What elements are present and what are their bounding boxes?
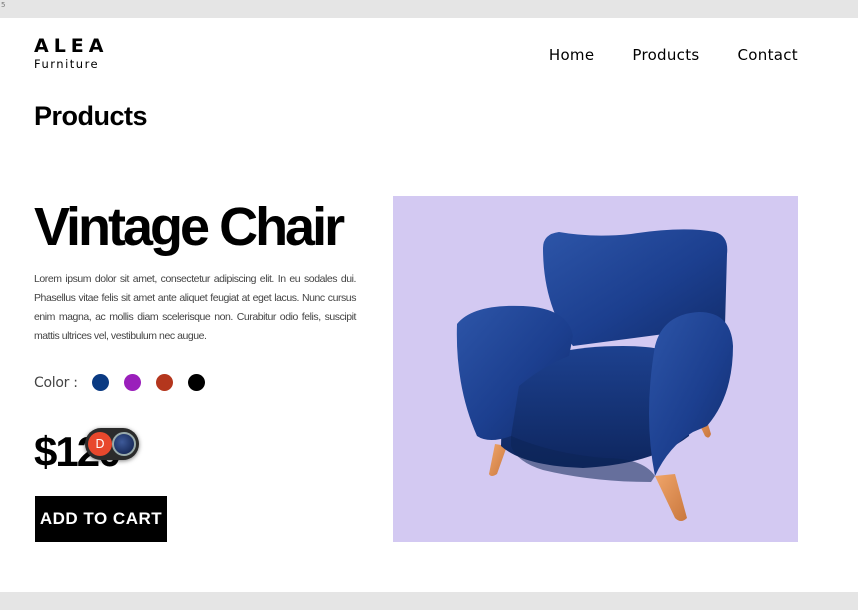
- armchair-illustration: [456, 229, 733, 521]
- color-swatch-black[interactable]: [187, 374, 205, 391]
- price-area: $120 D: [34, 426, 139, 478]
- logo-brand: ALEA: [34, 35, 109, 57]
- avatar-image: [112, 432, 136, 456]
- nav-products-link[interactable]: Products: [632, 46, 699, 64]
- logo-subtitle: Furniture: [34, 57, 100, 71]
- corner-indicator: 5: [1, 1, 6, 9]
- avatar-initial: D: [88, 432, 112, 456]
- nav-contact-link[interactable]: Contact: [738, 46, 798, 64]
- page-title: Products: [34, 101, 148, 131]
- color-swatch-blue[interactable]: [91, 374, 109, 391]
- add-to-cart-button[interactable]: ADD TO CART: [35, 496, 167, 542]
- main-nav: Home Products Contact: [549, 46, 798, 64]
- floating-avatar-badge[interactable]: D: [85, 428, 139, 460]
- color-swatch-purple[interactable]: [123, 374, 141, 391]
- browser-bottom-strip: [0, 592, 858, 610]
- logo[interactable]: ALEA Furniture: [34, 35, 109, 72]
- nav-home-link[interactable]: Home: [549, 46, 595, 64]
- color-swatch-rust[interactable]: [155, 374, 173, 391]
- color-label: Color :: [34, 374, 78, 391]
- color-selector: Color :: [34, 374, 220, 391]
- product-image: [393, 196, 798, 542]
- product-title: Vintage Chair: [34, 197, 345, 257]
- browser-top-strip: 5: [0, 0, 858, 18]
- product-description: Lorem ipsum dolor sit amet, consectetur …: [34, 273, 356, 342]
